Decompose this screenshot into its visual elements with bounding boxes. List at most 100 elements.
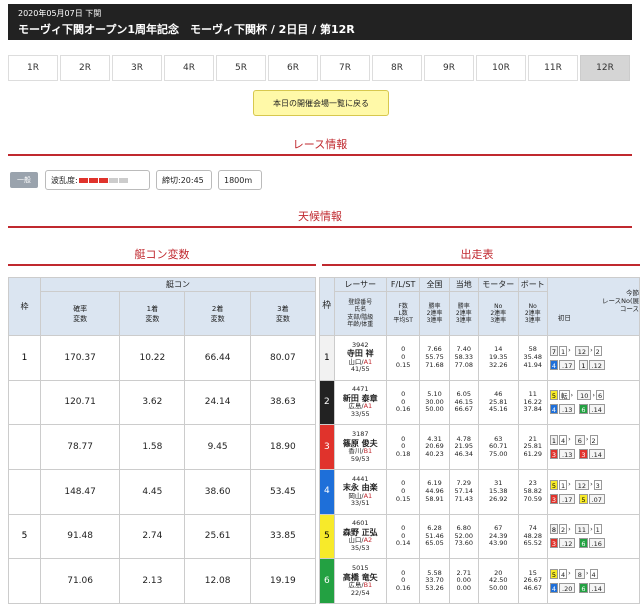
race-chip[interactable]: 12 › 2 — [574, 345, 602, 356]
col-motor: モーター — [477, 277, 519, 292]
col-group: 艇コン — [40, 277, 316, 292]
flst-cell: 0 0 0.16 — [385, 558, 421, 604]
col-boat: ボート — [517, 277, 548, 292]
rank: 4 — [589, 569, 598, 580]
rate-cell: 5.58 33.70 53.26 — [419, 558, 450, 604]
flst-cell: 0 0 0.14 — [385, 513, 421, 560]
tab-7r[interactable]: 7R — [320, 55, 370, 81]
race-chip[interactable]: 5 4 › — [549, 569, 571, 580]
wave-chip: 波乱度: — [45, 170, 150, 190]
value-cell: 4.45 — [119, 468, 186, 515]
racer-id: 4471 — [351, 385, 369, 394]
session-st-row: 4.17 1.12 — [548, 358, 639, 372]
st-value: .16 — [588, 538, 605, 549]
rate-cell: 7.29 57.14 71.43 — [448, 468, 479, 515]
rate-cell: 74 48.28 65.52 — [517, 513, 548, 560]
distance-chip: 1800m — [218, 170, 262, 190]
race-chip[interactable]: 8 › 4 — [574, 569, 598, 580]
tab-5r[interactable]: 5R — [216, 55, 266, 81]
tab-2r[interactable]: 2R — [60, 55, 110, 81]
rate-value: 40.23 — [425, 449, 444, 458]
st-value: .17 — [559, 359, 576, 370]
race-chip[interactable]: 11 › 1 — [574, 524, 602, 535]
race-chip[interactable]: 10 › 6 — [577, 390, 605, 401]
st-chip: 6.14 — [579, 404, 605, 415]
racer-cell[interactable]: 4471 新田 泰章 広島/A1 33/55 — [333, 379, 387, 426]
st-value: .17 — [559, 493, 576, 504]
flst-cell: 0 0 0.15 — [385, 468, 421, 515]
st-value: .14 — [588, 404, 605, 415]
value-cell: 10.22 — [119, 335, 186, 381]
waku-cell: 1 — [8, 335, 41, 381]
race-chip[interactable]: 5 1 › — [549, 479, 571, 490]
rate-cell: 6.05 46.15 66.67 — [448, 379, 479, 426]
rank: 4 — [559, 435, 568, 446]
session-row: 8 2 › 11 › 1 — [548, 522, 639, 536]
tab-12r[interactable]: 12R — [580, 55, 630, 81]
race-chip[interactable]: 1 4 › — [549, 435, 571, 446]
session-st-row: 3.13 3.14 — [548, 447, 639, 461]
tab-1r[interactable]: 1R — [8, 55, 58, 81]
race-chip[interactable]: 5 転 › — [549, 390, 573, 401]
value-cell: 170.37 — [39, 335, 121, 381]
header-title: モーヴィ下関オープン1周年記念 モーヴィ下関杯 / 2日目 / 第12R — [18, 23, 355, 36]
rate-cell: 5.10 30.00 50.00 — [419, 379, 450, 426]
rate-cell: 31 15.38 26.92 — [477, 468, 519, 515]
rank: 1 — [559, 345, 568, 356]
weather-rule — [8, 226, 632, 228]
racer-cell[interactable]: 3187 篠原 俊夫 香川/B1 59/53 — [333, 424, 387, 470]
race-no: 11 — [574, 524, 590, 535]
rate-cell: 63 60.71 75.00 — [477, 424, 519, 470]
waku-cell: 1 — [319, 335, 335, 381]
racer-cell[interactable]: 4601 森野 正弘 山口/A2 35/53 — [333, 513, 387, 560]
rate-value: 32.26 — [488, 360, 508, 369]
racer-cell[interactable]: 3942 寺田 祥山口/A1 41/55 — [333, 335, 387, 381]
course: 6 — [579, 538, 588, 549]
session-row: 5 1 › 12 › 3 — [548, 478, 639, 492]
tab-8r[interactable]: 8R — [372, 55, 422, 81]
sub-racer: 登録番号 氏名 支部/階級 年齢/体重 — [333, 291, 387, 336]
session-cell: 1 4 › 6 › 2 3.13 3.14 — [546, 424, 640, 470]
back-to-venues-button[interactable]: 本日の開催会場一覧に戻る — [253, 90, 389, 116]
race-chip[interactable]: 8 2 › — [549, 524, 571, 535]
tab-9r[interactable]: 9R — [424, 55, 474, 81]
table-row: 3 3187 篠原 俊夫 香川/B1 59/53 0 0 0.18 4.31 20.69 40.23… — [319, 424, 640, 470]
tab-4r[interactable]: 4R — [164, 55, 214, 81]
rank: 1 — [559, 479, 568, 490]
arrow-icon: › — [585, 435, 589, 444]
race-header: 2020年05月07日 下関 モーヴィ下関オープン1周年記念 モーヴィ下関杯 /… — [8, 4, 632, 40]
tab-11r[interactable]: 11R — [528, 55, 578, 81]
tab-3r[interactable]: 3R — [112, 55, 162, 81]
st-chip: 4.17 — [549, 359, 576, 370]
racer-id: 3942 — [351, 340, 369, 349]
rate-cell: 4.31 20.69 40.23 — [419, 424, 450, 470]
racer-id: 4441 — [351, 474, 369, 483]
value-cell: 80.07 — [249, 335, 317, 381]
rate-value: 45.16 — [488, 405, 508, 414]
tab-10r[interactable]: 10R — [476, 55, 526, 81]
rank: 2 — [559, 524, 568, 535]
racer-cell[interactable]: 4441 末永 由楽 岡山/A1 33/51 — [333, 468, 387, 515]
racer-cell[interactable]: 5015 高橋 竜矢 広島/B1 22/54 — [333, 558, 387, 604]
rank: 6 — [596, 390, 605, 401]
col-waku: 枠 — [319, 277, 335, 336]
value-cell: 18.90 — [249, 424, 317, 470]
rate-value: 71.43 — [454, 494, 474, 503]
flst-cell: 0 0 0.15 — [385, 335, 421, 381]
race-chip[interactable]: 6 › 2 — [574, 435, 598, 446]
tab-6r[interactable]: 6R — [268, 55, 318, 81]
rate-value: 66.67 — [454, 405, 474, 414]
wave-label: 波乱度: — [51, 175, 78, 185]
race-no: 1 — [549, 435, 559, 446]
rate-cell: 21 25.81 61.29 — [517, 424, 548, 470]
wave-seg — [108, 177, 118, 183]
arrow-icon: › — [592, 390, 596, 399]
racer-id: 5015 — [351, 563, 369, 572]
course: 4 — [549, 583, 559, 594]
race-class-badge: 一般 — [10, 172, 38, 188]
arrow-icon: › — [568, 435, 571, 444]
race-chip[interactable]: 12 › 3 — [574, 479, 602, 490]
st-chip: 3.12 — [549, 538, 576, 549]
race-chip[interactable]: 7 1 › — [549, 345, 571, 356]
rate-value: 50.00 — [488, 583, 508, 592]
